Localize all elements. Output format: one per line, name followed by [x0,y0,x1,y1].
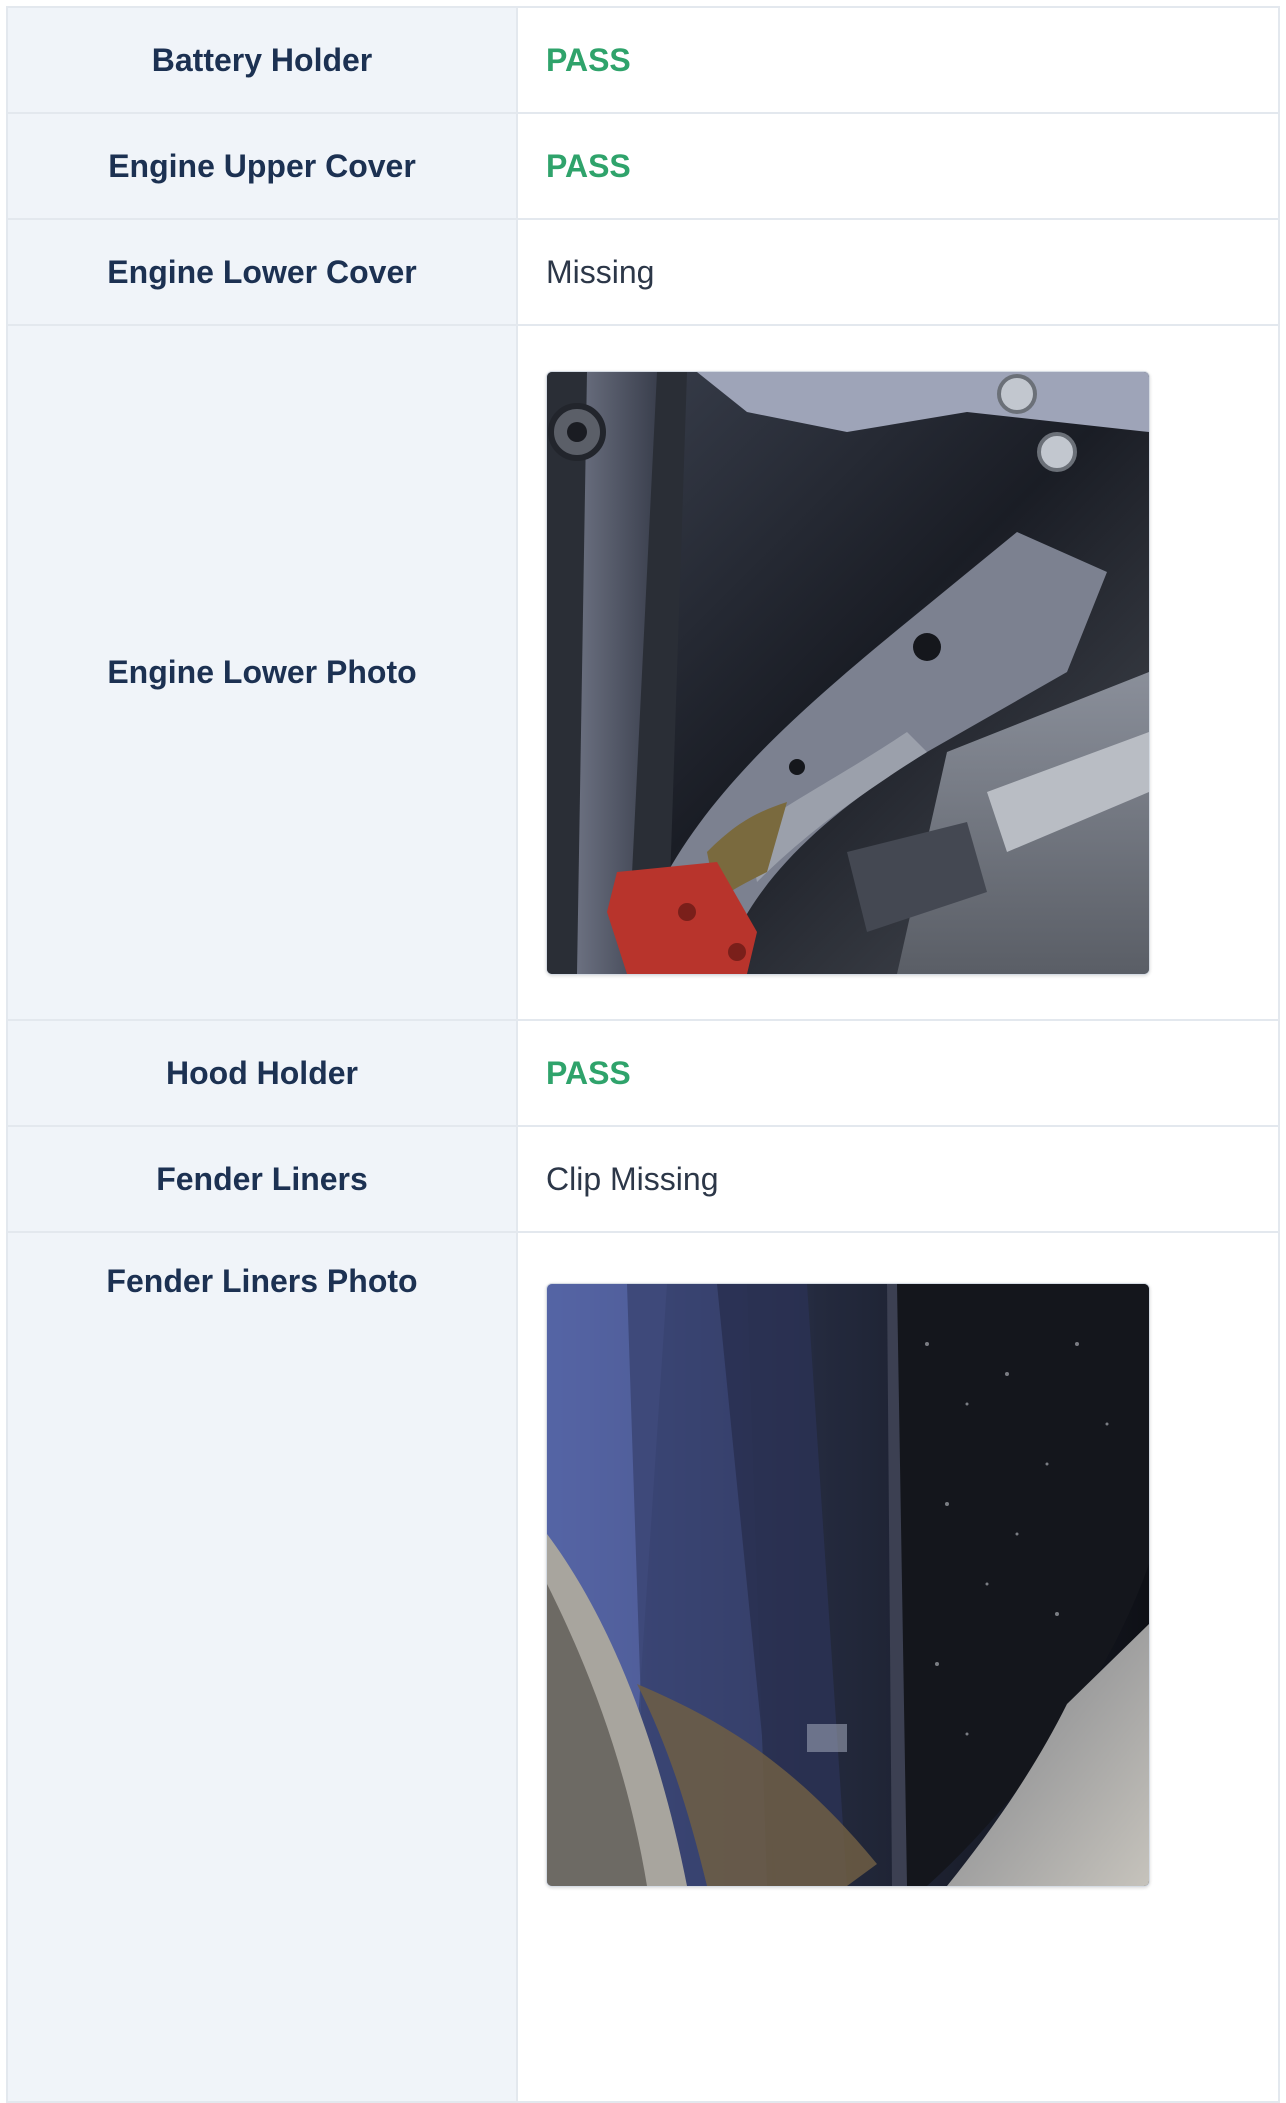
fender-liner-photo[interactable] [546,1283,1150,1887]
table-row: Engine Upper Cover PASS [6,112,1280,220]
table-row: Hood Holder PASS [6,1019,1280,1127]
table-row: Fender Liners Clip Missing [6,1125,1280,1233]
table-row: Battery Holder PASS [6,6,1280,114]
engine-underside-photo[interactable] [546,370,1150,975]
photo-cell-engine-lower [516,324,1280,1021]
row-label-fender-liners-photo: Fender Liners Photo [6,1231,518,2103]
inspection-table: Battery Holder PASS Engine Upper Cover P… [6,6,1280,2103]
row-label-fender-liners: Fender Liners [6,1125,518,1233]
photo-cell-fender-liners [516,1231,1280,2103]
status-pass-battery-holder: PASS [516,6,1280,114]
value-engine-lower-cover: Missing [516,218,1280,326]
table-row: Fender Liners Photo [6,1231,1280,2103]
row-label-engine-upper-cover: Engine Upper Cover [6,112,518,220]
status-pass-engine-upper-cover: PASS [516,112,1280,220]
row-label-engine-lower-photo: Engine Lower Photo [6,324,518,1021]
status-pass-hood-holder: PASS [516,1019,1280,1127]
table-row: Engine Lower Cover Missing [6,218,1280,326]
row-label-battery-holder: Battery Holder [6,6,518,114]
row-label-hood-holder: Hood Holder [6,1019,518,1127]
table-row: Engine Lower Photo [6,324,1280,1021]
value-fender-liners: Clip Missing [516,1125,1280,1233]
row-label-engine-lower-cover: Engine Lower Cover [6,218,518,326]
